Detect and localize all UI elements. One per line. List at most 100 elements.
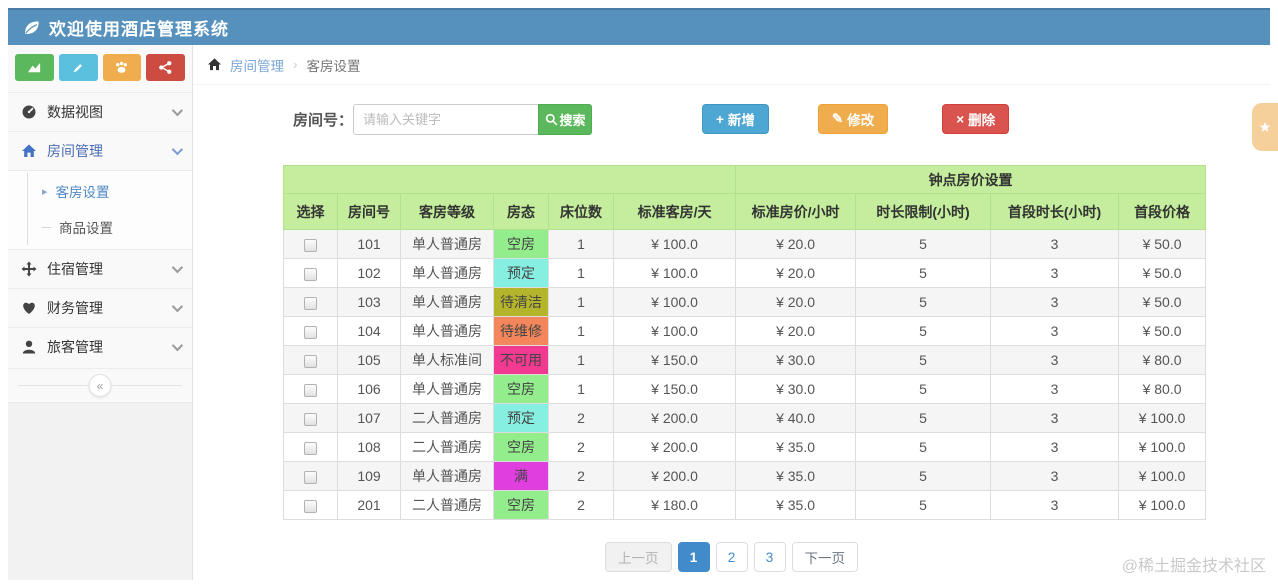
edit-button[interactable]: ✎ 修改 [817,104,889,134]
main-content: 房间管理 › 客房设置 房间号： 搜索 + 新增 ✎ 修改 × 删除 [193,45,1270,580]
home-icon [20,143,38,159]
page: 欢迎使用酒店管理系统 数据视图 房间管理 ▸ 客房设置 商品设置 住宿管理 财务… [0,0,1278,588]
breadcrumb: 房间管理 › 客房设置 [193,45,1270,85]
cell-hour-price: ¥ 20.0 [735,316,857,346]
add-button[interactable]: + 新增 [702,104,769,134]
cell-select [283,374,338,404]
pagination-page-3[interactable]: 3 [753,542,786,572]
cell-limit-hours: 5 [855,374,992,404]
breadcrumb-current: 客房设置 [306,58,361,74]
home-icon [207,58,222,71]
sidebar-item-lodging-management[interactable]: 住宿管理 [8,249,192,288]
cell-room-grade: 二人普通房 [400,432,494,462]
cell-room-number: 103 [337,287,401,317]
column-header-hour-price: 标准房价/小时 [735,193,857,230]
pagination-page-1[interactable]: 1 [677,542,710,572]
column-header-status: 房态 [493,193,549,230]
edit-quick-button[interactable] [58,54,98,81]
row-checkbox[interactable] [304,325,317,339]
cell-beds: 2 [548,432,614,462]
row-checkbox[interactable] [304,238,317,252]
cell-hour-price: ¥ 20.0 [735,258,857,288]
row-checkbox[interactable] [304,441,317,455]
cell-hour-price: ¥ 35.0 [735,432,857,462]
floating-side-tab[interactable] [1252,103,1278,151]
caret-right-icon: ▸ [42,185,48,198]
cell-first-length: 3 [990,258,1120,288]
sidebar-item-data-view[interactable]: 数据视图 [8,92,192,131]
cell-room-number: 106 [337,374,401,404]
pagination-prev-button[interactable]: 上一页 [605,542,672,572]
paw-quick-button[interactable] [102,54,142,81]
chart-quick-button[interactable] [15,54,54,81]
app-header: 欢迎使用酒店管理系统 [8,8,1270,45]
subitem-label: 客房设置 [55,185,110,200]
cell-limit-hours: 5 [855,287,992,317]
row-checkbox[interactable] [304,296,317,310]
cell-day-price: ¥ 200.0 [612,403,737,433]
cell-hour-price: ¥ 35.0 [735,490,857,520]
cell-limit-hours: 5 [855,258,992,288]
cell-room-number: 104 [337,316,401,346]
sidebar-item-guest-management[interactable]: 旅客管理 [8,327,192,366]
cell-limit-hours: 5 [855,461,992,491]
cell-first-price: ¥ 50.0 [1118,316,1207,346]
row-checkbox[interactable] [304,354,317,368]
cell-day-price: ¥ 200.0 [612,432,737,462]
area-chart-icon [27,62,40,73]
row-checkbox[interactable] [304,470,317,484]
cell-first-length: 3 [990,374,1120,404]
cell-select [283,287,338,317]
cell-beds: 1 [548,287,614,317]
plus-icon: + [716,111,724,127]
table-row: 103 单人普通房 待清洁 1 ¥ 100.0 ¥ 20.0 5 3 ¥ 50.… [283,287,1207,317]
cell-select [283,432,338,462]
row-checkbox[interactable] [304,267,317,281]
cell-room-grade: 单人普通房 [400,316,494,346]
cell-room-number: 109 [337,461,401,491]
cell-limit-hours: 5 [855,345,992,375]
cell-room-grade: 单人普通房 [400,374,494,404]
sidebar-collapse-button[interactable]: « [88,374,112,397]
breadcrumb-section-link[interactable]: 房间管理 [230,55,284,75]
sidebar-item-label: 财务管理 [47,300,103,316]
column-header-first-price: 首段价格 [1118,193,1207,230]
search-button[interactable]: 搜索 [538,103,593,135]
cell-day-price: ¥ 100.0 [612,229,737,259]
cell-room-grade: 单人普通房 [400,287,494,317]
share-quick-button[interactable] [146,54,185,81]
cell-beds: 2 [548,490,614,520]
chevron-down-icon [171,143,184,156]
table-row: 105 单人标准间 不可用 1 ¥ 150.0 ¥ 30.0 5 3 ¥ 80.… [283,345,1207,375]
cell-limit-hours: 5 [855,490,992,520]
cell-beds: 1 [548,229,614,259]
cell-limit-hours: 5 [855,229,992,259]
sidebar-item-product-settings[interactable]: 商品设置 [28,209,192,245]
rooms-table: 钟点房价设置 选择 房间号 客房等级 房态 床位数 标准客房/天 标准房价/小时… [282,165,1207,520]
sidebar-item-room-management[interactable]: 房间管理 [8,131,192,170]
delete-button[interactable]: × 删除 [942,104,1010,134]
search-input[interactable] [353,103,539,135]
quick-buttons [8,45,192,92]
cell-room-grade: 单人普通房 [400,461,494,491]
column-header-first-length: 首段时长(小时) [990,193,1120,230]
sidebar-item-guestroom-settings[interactable]: ▸ 客房设置 [28,173,192,209]
cell-hour-price: ¥ 30.0 [735,345,857,375]
sidebar-item-finance-management[interactable]: 财务管理 [8,288,192,327]
row-checkbox[interactable] [304,499,317,513]
sidebar-collapse-row: « [8,368,192,402]
cell-first-price: ¥ 50.0 [1118,258,1207,288]
cell-day-price: ¥ 150.0 [612,374,737,404]
user-icon [20,339,38,355]
share-icon [159,61,172,74]
row-checkbox[interactable] [304,412,317,426]
cell-select [283,258,338,288]
cell-room-number: 108 [337,432,401,462]
cell-room-number: 201 [337,490,401,520]
pagination-page-2[interactable]: 2 [715,542,748,572]
table-row: 106 单人普通房 空房 1 ¥ 150.0 ¥ 30.0 5 3 ¥ 80.0 [283,374,1207,404]
row-checkbox[interactable] [304,383,317,397]
cell-room-number: 101 [337,229,401,259]
search-button-label: 搜索 [559,112,586,128]
pagination-next-button[interactable]: 下一页 [791,542,858,572]
